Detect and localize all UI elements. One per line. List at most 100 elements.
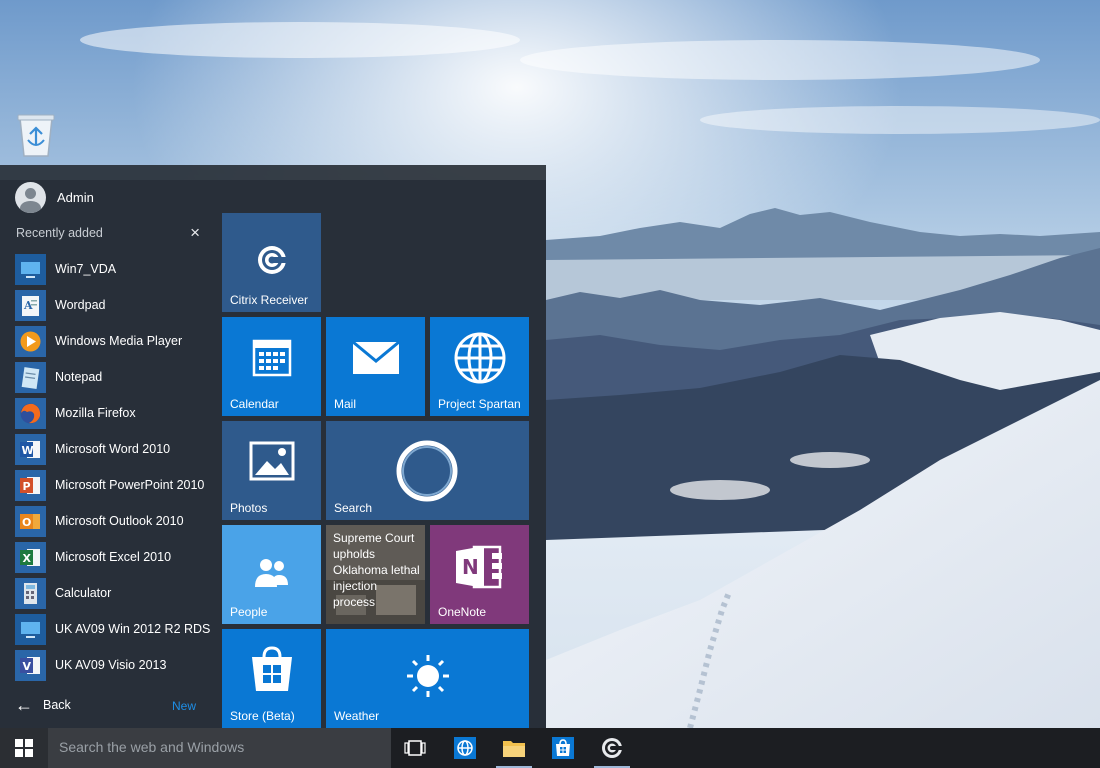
windows-logo-icon [15,739,33,757]
app-label: Microsoft PowerPoint 2010 [55,478,205,492]
app-label: Windows Media Player [55,334,183,348]
app-label: Mozilla Firefox [55,406,136,420]
new-badge: New [172,699,197,713]
cortana-circle-icon [395,439,459,508]
tile-label: Project Spartan [438,397,521,411]
taskbar-spartan-button[interactable] [443,728,487,768]
firefox-icon [15,397,46,429]
user-name: Admin [57,189,94,205]
recently-added-title: Recently added [16,226,103,240]
app-label: UK AV09 Visio 2013 [55,658,167,672]
tile-weather[interactable]: Weather [326,629,529,728]
app-item-powerpoint[interactable]: P Microsoft PowerPoint 2010 [15,467,215,503]
search-box[interactable]: Search the web and Windows [48,728,391,768]
svg-text:N: N [462,555,479,579]
tile-store[interactable]: Store (Beta) [222,629,321,728]
app-item-firefox[interactable]: Mozilla Firefox [15,395,215,431]
excel-icon: X [15,541,46,573]
tile-search[interactable]: Search [326,421,529,520]
globe-icon [454,737,476,759]
sun-icon [405,653,451,704]
mail-icon [352,340,400,380]
tile-onenote[interactable]: N OneNote [430,525,529,624]
tile-label: People [230,605,268,619]
powerpoint-icon: P [15,469,46,501]
tile-news[interactable]: Supreme Court upholds Oklahoma lethal in… [326,525,425,624]
svg-text:P: P [23,480,31,493]
tile-photos[interactable]: Photos [222,421,321,520]
tile-label: Photos [230,501,268,515]
visio-icon: V [15,649,46,681]
user-account[interactable]: Admin [15,181,94,213]
store-bag-icon [248,645,296,698]
notepad-icon [15,361,46,393]
tile-label: Mail [334,397,357,411]
calculator-icon [15,577,46,609]
app-label: Win7_VDA [55,262,117,276]
recycle-bin-icon[interactable] [14,110,58,160]
monitor-icon [15,253,46,285]
svg-text:O: O [22,516,31,529]
taskbar: Search the web and Windows [0,728,1100,768]
recently-added-header: Recently added × [16,224,200,241]
back-label: Back [43,698,71,712]
app-label: Microsoft Word 2010 [55,442,171,456]
tile-label: Citrix Receiver [230,293,309,307]
tile-people[interactable]: People [222,525,321,624]
taskbar-file-explorer-button[interactable] [492,728,536,768]
tile-calendar[interactable]: Calendar [222,317,321,416]
app-label: Microsoft Outlook 2010 [55,514,184,528]
app-item-wordpad[interactable]: A Wordpad [15,287,215,323]
taskbar-store-button[interactable] [541,728,585,768]
tile-citrix-receiver[interactable]: Citrix Receiver [222,213,321,312]
tile-label: Calendar [230,397,279,411]
wordpad-icon: A [15,289,46,321]
app-item-outlook[interactable]: O Microsoft Outlook 2010 [15,503,215,539]
app-label: Microsoft Excel 2010 [55,550,172,564]
close-icon[interactable]: × [190,224,200,241]
app-item-calculator[interactable]: Calculator [15,575,215,611]
back-arrow-icon: ← [15,695,33,715]
recent-app-list: Win7_VDA A Wordpad Windows Media Player … [15,251,215,683]
outlook-icon: O [15,505,46,537]
app-label: UK AV09 Win 2012 R2 RDS [55,622,211,636]
search-placeholder: Search the web and Windows [59,739,245,755]
people-icon [254,555,290,596]
calendar-icon [252,337,292,382]
start-button[interactable] [0,728,48,768]
tile-mail[interactable]: Mail [326,317,425,416]
app-label: Wordpad [55,298,106,312]
svg-text:V: V [23,660,32,673]
app-item-excel[interactable]: X Microsoft Excel 2010 [15,539,215,575]
citrix-icon [602,738,624,758]
task-view-button[interactable] [393,728,437,768]
app-item-windows-media-player[interactable]: Windows Media Player [15,323,215,359]
photos-icon [249,441,295,486]
app-item-visio[interactable]: V UK AV09 Visio 2013 [15,647,215,683]
app-label: Calculator [55,586,112,600]
app-label: Notepad [55,370,103,384]
tile-label: Store (Beta) [230,709,295,723]
task-view-icon [404,740,426,756]
taskbar-citrix-button[interactable] [590,728,634,768]
avatar [15,181,46,213]
citrix-icon [255,243,289,282]
tile-label: Weather [334,709,380,723]
app-item-word[interactable]: W Microsoft Word 2010 [15,431,215,467]
tile-project-spartan[interactable]: Project Spartan [430,317,529,416]
back-button[interactable]: ← Back [15,696,71,714]
tile-label: Search [334,501,373,515]
app-item-win7-vda[interactable]: Win7_VDA [15,251,215,287]
svg-text:X: X [23,552,32,565]
news-headline: Supreme Court upholds Oklahoma lethal in… [333,531,420,609]
app-item-uk-av09-rds[interactable]: UK AV09 Win 2012 R2 RDS [15,611,215,647]
app-item-notepad[interactable]: Notepad [15,359,215,395]
svg-text:W: W [22,444,34,457]
folder-icon [503,741,525,757]
media-player-icon [15,325,46,357]
tile-label: OneNote [438,605,487,619]
onenote-icon: N [454,543,506,596]
word-icon: W [15,433,46,465]
monitor-icon [15,613,46,645]
start-menu: Admin Recently added × Win7_VDA A Wordpa… [0,165,546,728]
